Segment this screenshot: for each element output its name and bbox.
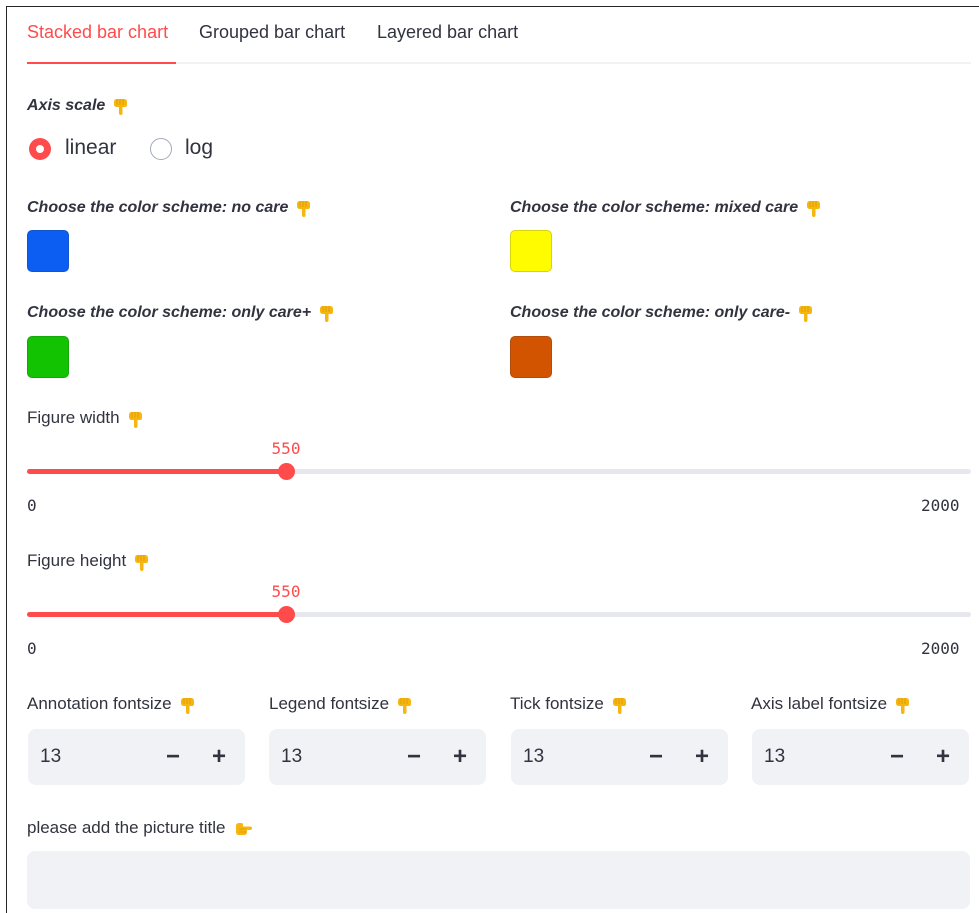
figure-height-thumb[interactable] (278, 606, 295, 623)
figure-height-fill (27, 612, 286, 617)
active-tab-indicator (27, 62, 176, 64)
point-down-icon (610, 695, 630, 715)
annotation-fontsize-decrement-button[interactable]: − (160, 743, 186, 771)
legend-fontsize-input[interactable]: 13 − + (269, 729, 486, 785)
color-label-no-care: Choose the color scheme: no care (27, 198, 314, 218)
figure-width-thumb[interactable] (278, 463, 295, 480)
tab-grouped-bar-chart[interactable]: Grouped bar chart (199, 22, 345, 43)
picture-title-label-text: please add the picture title (27, 818, 226, 837)
radio-log-label[interactable]: log (185, 136, 213, 160)
color-label-only-care-minus: Choose the color scheme: only care- (510, 303, 816, 323)
figure-width-min: 0 (27, 496, 37, 515)
color-label-only-care-minus-text: Choose the color scheme: only care- (510, 304, 791, 322)
axis-label-fontsize-input[interactable]: 13 − + (752, 729, 969, 785)
legend-fontsize-label: Legend fontsize (269, 694, 415, 715)
point-left-icon (231, 819, 253, 839)
axis-label-fontsize-label: Axis label fontsize (751, 694, 913, 715)
point-down-icon (893, 695, 913, 715)
tick-fontsize-label-text: Tick fontsize (510, 694, 604, 713)
axis-label-fontsize-value[interactable]: 13 (764, 746, 785, 768)
tick-fontsize-input[interactable]: 13 − + (511, 729, 728, 785)
picture-title-label: please add the picture title (27, 818, 253, 839)
color-label-no-care-text: Choose the color scheme: no care (27, 199, 289, 217)
point-down-icon (395, 695, 415, 715)
color-label-mixed-care: Choose the color scheme: mixed care (510, 198, 824, 218)
point-down-icon (132, 552, 152, 572)
figure-width-value: 550 (271, 439, 301, 458)
figure-height-label: Figure height (27, 551, 152, 572)
color-label-mixed-care-text: Choose the color scheme: mixed care (510, 199, 799, 217)
radio-linear-label[interactable]: linear (65, 136, 116, 160)
color-picker-no-care[interactable] (27, 230, 69, 272)
radio-linear[interactable] (29, 138, 51, 160)
tick-fontsize-decrement-button[interactable]: − (643, 743, 669, 771)
point-down-icon (126, 409, 146, 429)
radio-log[interactable] (150, 138, 172, 160)
tab-layered-bar-chart[interactable]: Layered bar chart (377, 22, 518, 43)
color-picker-only-care-minus[interactable] (510, 336, 552, 378)
figure-height-track[interactable] (27, 612, 971, 617)
point-down-icon (111, 96, 131, 116)
point-down-icon (178, 695, 198, 715)
axis-scale-label: Axis scale (27, 96, 131, 116)
annotation-fontsize-increment-button[interactable]: + (206, 743, 232, 771)
legend-fontsize-decrement-button[interactable]: − (401, 743, 427, 771)
picture-title-input[interactable] (27, 851, 970, 909)
color-label-only-care-plus: Choose the color scheme: only care+ (27, 303, 337, 323)
axis-label-fontsize-label-text: Axis label fontsize (751, 694, 888, 713)
legend-fontsize-value[interactable]: 13 (281, 746, 302, 768)
figure-height-label-text: Figure height (27, 551, 127, 570)
axis-scale-label-text: Axis scale (27, 97, 106, 115)
point-down-icon (294, 198, 314, 218)
annotation-fontsize-label-text: Annotation fontsize (27, 694, 172, 713)
axis-label-fontsize-increment-button[interactable]: + (930, 743, 956, 771)
figure-width-fill (27, 469, 286, 474)
point-down-icon (317, 303, 337, 323)
legend-fontsize-increment-button[interactable]: + (447, 743, 473, 771)
figure-height-max: 2000 (921, 639, 960, 658)
figure-width-label: Figure width (27, 408, 146, 429)
figure-width-max: 2000 (921, 496, 960, 515)
figure-height-value: 550 (271, 582, 301, 601)
point-down-icon (796, 303, 816, 323)
tick-fontsize-value[interactable]: 13 (523, 746, 544, 768)
color-label-only-care-plus-text: Choose the color scheme: only care+ (27, 304, 312, 322)
legend-fontsize-label-text: Legend fontsize (269, 694, 390, 713)
color-picker-only-care-plus[interactable] (27, 336, 69, 378)
annotation-fontsize-value[interactable]: 13 (40, 746, 61, 768)
annotation-fontsize-label: Annotation fontsize (27, 694, 198, 715)
figure-width-label-text: Figure width (27, 408, 120, 427)
point-down-icon (804, 198, 824, 218)
axis-label-fontsize-decrement-button[interactable]: − (884, 743, 910, 771)
tab-stacked-bar-chart[interactable]: Stacked bar chart (27, 22, 168, 43)
tick-fontsize-increment-button[interactable]: + (689, 743, 715, 771)
figure-width-track[interactable] (27, 469, 971, 474)
figure-height-min: 0 (27, 639, 37, 658)
annotation-fontsize-input[interactable]: 13 − + (28, 729, 245, 785)
color-picker-mixed-care[interactable] (510, 230, 552, 272)
tick-fontsize-label: Tick fontsize (510, 694, 630, 715)
